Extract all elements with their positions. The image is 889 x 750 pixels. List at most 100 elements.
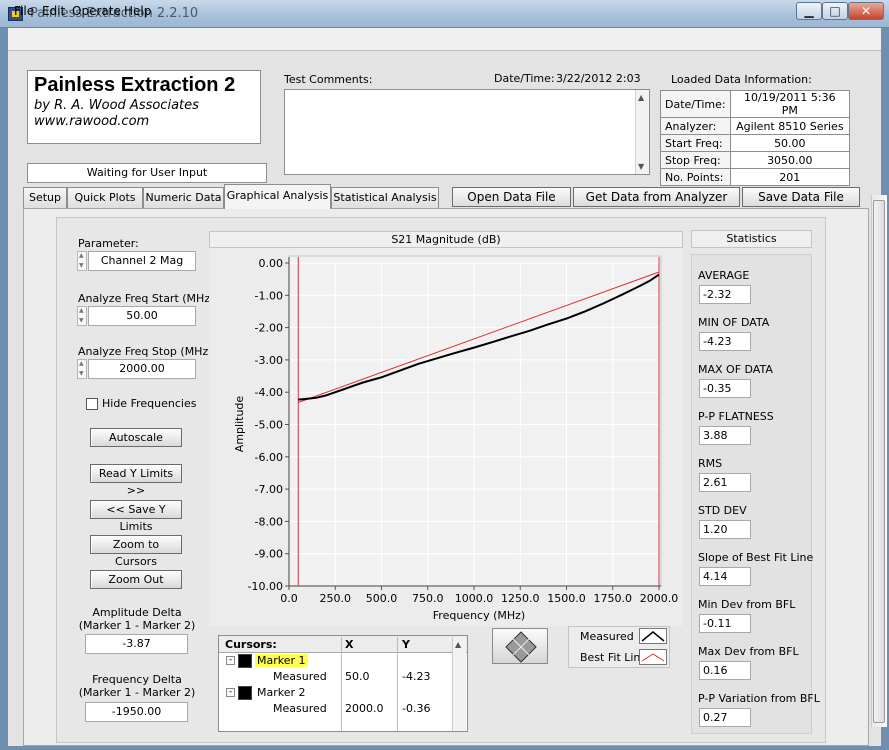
loaded-key: Start Freq: (660, 134, 731, 152)
menu-file[interactable]: File (14, 4, 34, 18)
minimize-button[interactable]: ▁ (796, 2, 822, 20)
marker-2-label[interactable]: Marker 2 (257, 686, 306, 699)
measured-label: Measured (273, 670, 327, 683)
statistics-title: Statistics (691, 230, 812, 248)
marker-1-x: 50.0 (345, 670, 370, 683)
s21-magnitude-chart[interactable]: 0.00 -1.00 -2.00 -3.00 -4.00 -5.00 -6.00 -7.00 -… (209, 248, 683, 626)
x-axis-label: Frequency (MHz) (433, 609, 525, 622)
stat-rms-value: 2.61 (699, 473, 751, 492)
stat-min-dev-value: -0.11 (699, 614, 751, 633)
read-y-limits-button[interactable]: Read Y Limits >> (90, 464, 182, 497)
parameter-label: Parameter: (78, 237, 139, 250)
x-tick-label: 750.0 (412, 592, 444, 605)
stop-freq-input[interactable]: 2000.00 (88, 359, 196, 379)
x-tick-label: 1750.0 (594, 592, 633, 605)
cursors-header: Cursors: (225, 638, 277, 651)
hide-frequencies-checkbox[interactable] (86, 398, 98, 410)
stat-min-dev-label: Min Dev from BFL (698, 598, 796, 611)
collapse-icon[interactable]: - (226, 688, 235, 697)
window-scroll-thumb[interactable] (873, 200, 885, 723)
stat-min-value: -4.23 (699, 332, 751, 351)
zoom-to-cursors-button[interactable]: Zoom to Cursors (90, 535, 182, 568)
loaded-key: Stop Freq: (660, 151, 731, 169)
stat-min-label: MIN OF DATA (698, 316, 770, 329)
y-tick-label: -1.00 (255, 289, 283, 302)
test-comments-input[interactable] (284, 89, 650, 175)
tab-graphical-analysis[interactable]: Graphical Analysis (224, 184, 331, 209)
amplitude-delta-label: Amplitude Delta (92, 606, 182, 619)
tab-setup[interactable]: Setup (23, 187, 67, 208)
frequency-delta-value: -1950.00 (85, 702, 188, 722)
x-tick-label: 1000.0 (455, 592, 494, 605)
amplitude-delta-value: -3.87 (85, 634, 188, 654)
stat-average-label: AVERAGE (698, 269, 750, 282)
scroll-up-icon[interactable]: ▲ (455, 640, 461, 649)
table-row: Analyzer: Agilent 8510 Series (660, 117, 851, 135)
save-data-file-button[interactable]: Save Data File (742, 187, 860, 207)
table-row: Date/Time: 10/19/2011 5:36 PM (660, 90, 851, 118)
y-tick-label: -5.00 (255, 419, 283, 432)
stat-max-label: MAX OF DATA (698, 363, 773, 376)
amplitude-delta-sublabel: (Marker 1 - Marker 2) (78, 619, 196, 632)
crosshair-icon (238, 686, 252, 700)
cursor-move-pad[interactable] (492, 628, 548, 664)
zoom-out-button[interactable]: Zoom Out (90, 570, 182, 589)
open-data-file-button[interactable]: Open Data File (452, 187, 571, 207)
chart-title: S21 Magnitude (dB) (209, 231, 683, 248)
stat-pp-variation-value: 0.27 (699, 708, 751, 727)
loaded-data-table: Date/Time: 10/19/2011 5:36 PM Analyzer: Ag… (660, 90, 851, 186)
x-tick-label: 1500.0 (547, 592, 586, 605)
menu-edit[interactable]: Edit (42, 4, 65, 18)
y-tick-label: -10.00 (248, 580, 283, 593)
parameter-select[interactable]: Channel 2 Mag (88, 251, 196, 271)
get-data-from-analyzer-button[interactable]: Get Data from Analyzer (573, 187, 740, 207)
cursor-x-header: X (345, 638, 354, 651)
loaded-key: No. Points: (660, 168, 731, 186)
start-freq-stepper[interactable] (77, 306, 87, 326)
loaded-value: Agilent 8510 Series (729, 117, 851, 135)
tab-numeric-data[interactable]: Numeric Data (143, 187, 224, 208)
crosshair-icon (238, 654, 252, 668)
menu-operate[interactable]: Operate (72, 4, 121, 18)
tab-statistical-analysis[interactable]: Statistical Analysis (331, 187, 439, 208)
save-y-limits-button[interactable]: << Save Y Limits (90, 500, 182, 533)
loaded-key: Date/Time: (660, 90, 731, 118)
marker-1-label[interactable]: Marker 1 (255, 654, 308, 667)
y-tick-label: 0.00 (259, 257, 284, 270)
start-freq-input[interactable]: 50.00 (88, 306, 196, 326)
start-freq-label: Analyze Freq Start (MHz) (78, 292, 215, 305)
tab-quick-plots[interactable]: Quick Plots (67, 187, 143, 208)
cursor-y-header: Y (402, 638, 410, 651)
loaded-value: 10/19/2011 5:36 PM (729, 90, 851, 118)
loaded-data-title: Loaded Data Information: (671, 73, 812, 86)
column-divider (341, 637, 342, 731)
comments-scrollbar[interactable]: ▲ ▼ (635, 90, 649, 174)
x-tick-label: 1250.0 (501, 592, 540, 605)
cursor-scrollbar[interactable]: ▲ (452, 637, 466, 731)
y-tick-label: -9.00 (255, 548, 283, 561)
scroll-up-icon[interactable]: ▲ (638, 93, 644, 102)
measured-label: Measured (273, 702, 327, 715)
menu-help[interactable]: Help (124, 4, 151, 18)
autoscale-button[interactable]: Autoscale (90, 428, 182, 447)
legend-bestfit-swatch[interactable] (639, 649, 667, 665)
collapse-icon[interactable]: - (226, 656, 235, 665)
test-comments-label: Test Comments: (284, 73, 373, 86)
loaded-value: 201 (729, 168, 851, 186)
stat-rms-label: RMS (698, 457, 723, 470)
stop-freq-stepper[interactable] (77, 359, 87, 379)
scroll-down-icon[interactable]: ▼ (638, 162, 644, 171)
x-tick-label: 500.0 (366, 592, 398, 605)
close-button[interactable]: ✕ (848, 2, 884, 20)
datetime-label: Date/Time: (494, 72, 555, 85)
parameter-stepper[interactable] (77, 251, 87, 271)
stat-max-value: -0.35 (699, 379, 751, 398)
y-tick-label: -6.00 (255, 451, 283, 464)
stat-pp-flatness-value: 3.88 (699, 426, 751, 445)
maximize-button[interactable]: □ (822, 2, 848, 20)
stat-std-dev-value: 1.20 (699, 520, 751, 539)
y-tick-label: -2.00 (255, 322, 283, 335)
legend-measured-swatch[interactable] (639, 628, 667, 644)
website-text: www.rawood.com (34, 114, 150, 129)
stat-max-dev-label: Max Dev from BFL (698, 645, 799, 658)
